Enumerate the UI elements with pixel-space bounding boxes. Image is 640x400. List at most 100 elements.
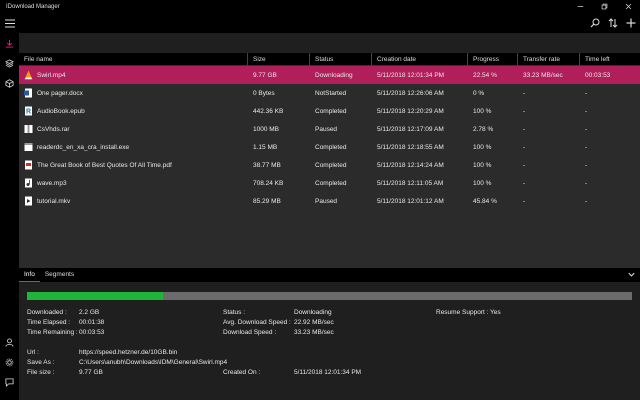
- file-name-cell: Swirl.mp4: [19, 70, 248, 80]
- details-pane: Info Segments Downloaded : 2.2 GB Time E…: [19, 268, 640, 400]
- creation-date-cell: 5/11/2018 12:11:05 AM: [377, 179, 444, 187]
- table-row[interactable]: wave.mp3 708.24 KB Completed 5/11/2018 12:1…: [19, 174, 640, 192]
- column-header-progress[interactable]: Progress: [468, 53, 518, 66]
- column-header-creation-date[interactable]: Creation date: [372, 53, 468, 66]
- window-title: IDownload Manager: [6, 3, 60, 10]
- hamburger-menu-button[interactable]: [0, 13, 20, 33]
- status-cell: Completed: [315, 143, 347, 151]
- transfer-rate-cell: -: [523, 89, 526, 97]
- table-row[interactable]: readerdc_en_xa_cra_install.exe 1.15 MB Com…: [19, 138, 640, 156]
- creation-date-cell: 5/11/2018 12:26:06 AM: [377, 89, 444, 97]
- sort-button[interactable]: [604, 13, 622, 33]
- avg-speed-label: Avg. Download Speed :: [223, 319, 291, 326]
- add-download-button[interactable]: [622, 13, 640, 33]
- time-left-cell: -: [585, 179, 588, 187]
- title-bar: IDownload Manager: [0, 0, 640, 13]
- video-icon: [25, 196, 32, 206]
- maximize-button[interactable]: [592, 0, 616, 13]
- save-as-value[interactable]: C:\Users\anubh\Downloads\IDM\General\Swi…: [79, 359, 227, 366]
- file-name-text: CsVhds.rar: [37, 125, 70, 133]
- file-name-cell: The Great Book of Best Quotes Of All Tim…: [19, 160, 248, 170]
- download-progress-bar: [27, 292, 632, 300]
- nav-packages-button[interactable]: [0, 73, 19, 93]
- transfer-rate-cell: -: [523, 161, 526, 169]
- url-value[interactable]: https://speed.hetzner.de/10GB.bin: [79, 349, 177, 356]
- time-remaining-label: Time Remaining :: [27, 329, 78, 336]
- status-value: Downloading: [294, 309, 332, 316]
- table-header: File name Size Status Creation date Prog…: [19, 53, 640, 66]
- created-on-label: Created On :: [223, 369, 261, 376]
- progress-cell: 45.84 %: [473, 197, 497, 205]
- column-header-status[interactable]: Status: [310, 53, 372, 66]
- creation-date-cell: 5/11/2018 12:01:12 AM: [377, 197, 444, 205]
- file-name-cell: wave.mp3: [19, 178, 248, 188]
- table-row[interactable]: The Great Book of Best Quotes Of All Tim…: [19, 156, 640, 174]
- word-icon: [24, 88, 32, 98]
- time-left-cell: -: [585, 161, 588, 169]
- sort-icon: [608, 18, 618, 28]
- progress-cell: 0 %: [473, 89, 485, 97]
- time-left-cell: -: [585, 143, 588, 151]
- file-name-cell: R AudioBook.epub: [19, 106, 248, 116]
- tab-info[interactable]: Info: [19, 268, 40, 282]
- download-icon: [5, 39, 14, 48]
- minimize-button[interactable]: [568, 0, 592, 13]
- gear-icon: [5, 358, 14, 366]
- nav-account-button[interactable]: [0, 332, 19, 352]
- time-remaining-value: 00:03:53: [79, 329, 105, 336]
- file-name-cell: CsVhds.rar: [19, 124, 248, 134]
- layers-icon: [5, 58, 14, 68]
- creation-date-cell: 5/11/2018 12:01:34 PM: [377, 71, 445, 79]
- nav-settings-button[interactable]: [0, 352, 19, 372]
- progress-cell: 100 %: [473, 143, 492, 151]
- app-window: IDownload Manager File name Size Status …: [0, 0, 640, 400]
- file-name-text: Swirl.mp4: [37, 71, 66, 79]
- status-cell: Paused: [315, 125, 338, 133]
- minimize-icon: [577, 6, 583, 7]
- progress-cell: 100 %: [473, 107, 492, 115]
- cube-icon: [5, 78, 14, 88]
- nav-feedback-button[interactable]: [0, 372, 19, 392]
- chevron-down-icon[interactable]: [627, 270, 636, 279]
- download-speed-value: 33.23 MB/sec: [294, 329, 334, 336]
- status-cell: Downloading: [315, 71, 353, 79]
- hamburger-icon: [5, 19, 15, 27]
- progress-cell: 2.78 %: [473, 125, 494, 133]
- size-cell: 442.36 KB: [253, 107, 284, 115]
- nav-downloads-button[interactable]: [0, 33, 19, 53]
- table-row[interactable]: Swirl.mp4 9.77 GB Downloading 5/11/2018 12:…: [19, 66, 640, 84]
- avg-speed-value: 22.92 MB/sec: [294, 319, 334, 326]
- progress-cell: 22.54 %: [473, 71, 497, 79]
- feedback-icon: [5, 377, 14, 387]
- status-cell: Completed: [315, 161, 347, 169]
- search-button[interactable]: [586, 13, 604, 33]
- transfer-rate-cell: 33.23 MB/sec: [523, 71, 563, 79]
- status-cell: Paused: [315, 197, 338, 205]
- progress-cell: 100 %: [473, 179, 492, 187]
- archive-icon: [24, 125, 33, 133]
- table-body: Swirl.mp4 9.77 GB Downloading 5/11/2018 12:…: [19, 66, 640, 210]
- size-cell: 708.24 KB: [253, 179, 284, 187]
- status-cell: Completed: [315, 179, 347, 187]
- table-row[interactable]: CsVhds.rar 1000 MB Paused 5/11/2018 12:17:0…: [19, 120, 640, 138]
- resume-support-value: Yes: [490, 309, 501, 316]
- nav-categories-button[interactable]: [0, 53, 19, 73]
- creation-date-cell: 5/11/2018 12:17:09 AM: [377, 125, 444, 133]
- creation-date-cell: 5/11/2018 12:18:55 AM: [377, 143, 444, 151]
- close-button[interactable]: [616, 0, 640, 13]
- column-header-size[interactable]: Size: [248, 53, 310, 66]
- toolbar: [0, 13, 640, 33]
- column-header-time-left[interactable]: Time left: [580, 53, 640, 66]
- size-cell: 38.77 MB: [253, 161, 281, 169]
- url-label: Url :: [27, 349, 39, 356]
- table-row[interactable]: tutorial.mkv 85.29 MB Paused 5/11/2018 12:0…: [19, 192, 640, 210]
- column-header-file-name[interactable]: File name: [19, 53, 248, 66]
- tab-segments[interactable]: Segments: [40, 268, 79, 282]
- table-row[interactable]: One pager.docx 0 Bytes NotStarted 5/11/2018…: [19, 84, 640, 102]
- column-header-transfer-rate[interactable]: Transfer rate: [518, 53, 580, 66]
- size-cell: 1000 MB: [253, 125, 280, 133]
- size-cell: 85.29 MB: [253, 197, 281, 205]
- file-name-text: AudioBook.epub: [37, 107, 85, 115]
- table-row[interactable]: R AudioBook.epub 442.36 KB Completed 5/11/20…: [19, 102, 640, 120]
- file-name-text: tutorial.mkv: [37, 197, 71, 205]
